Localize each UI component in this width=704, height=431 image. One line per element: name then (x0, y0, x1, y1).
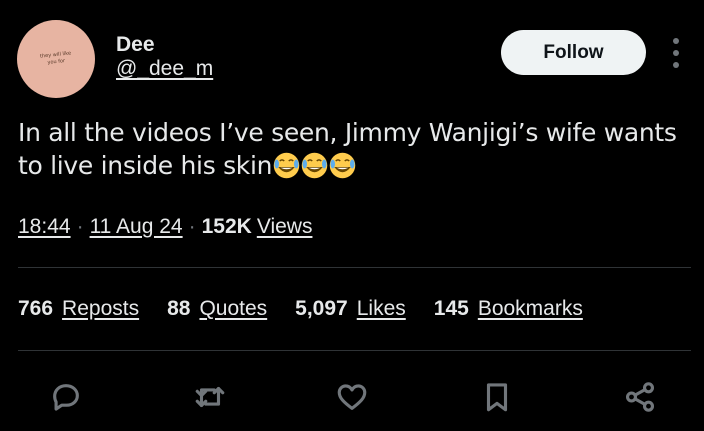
divider (18, 267, 691, 268)
stat-likes[interactable]: 5,097 Likes (295, 297, 406, 321)
laughing-tears-emoji-icon (329, 152, 356, 179)
stat-bookmarks[interactable]: 145 Bookmarks (434, 297, 583, 321)
share-icon (625, 382, 655, 412)
quotes-label: Quotes (199, 297, 268, 320)
tweet-meta: 18:44 · 11 Aug 24 · 152K Views (18, 215, 312, 239)
repost-icon (195, 386, 225, 408)
reply-icon (53, 384, 79, 411)
separator-dot: · (188, 215, 196, 238)
tweet-date[interactable]: 11 Aug 24 (90, 215, 183, 239)
bookmarks-label: Bookmarks (477, 297, 583, 320)
quotes-count: 88 (167, 297, 191, 320)
follow-button[interactable]: Follow (501, 30, 646, 75)
laughing-tears-emoji-icon (273, 152, 300, 179)
user-handle[interactable]: @_dee_m (116, 57, 213, 81)
tweet-time[interactable]: 18:44 (18, 215, 71, 239)
bookmark-button[interactable] (477, 377, 517, 417)
action-bar (0, 377, 704, 417)
divider (18, 350, 691, 351)
repost-button[interactable] (190, 377, 230, 417)
reposts-count: 766 (18, 297, 54, 320)
laughing-tears-emoji-icon (301, 152, 328, 179)
views-label[interactable]: Views (257, 215, 313, 239)
bookmarks-count: 145 (433, 297, 469, 320)
reposts-label: Reposts (62, 297, 140, 320)
stat-reposts[interactable]: 766 Reposts (18, 297, 139, 321)
avatar[interactable]: they will like you for (17, 20, 95, 98)
share-button[interactable] (620, 377, 660, 417)
like-icon (337, 384, 367, 410)
display-name[interactable]: Dee (116, 33, 155, 57)
views-count: 152K (201, 215, 252, 238)
likes-label: Likes (356, 297, 406, 320)
avatar-text: they will like you for (39, 50, 72, 66)
engagement-stats: 766 Reposts 88 Quotes 5,097 Likes 145 Bookma… (18, 297, 611, 321)
like-button[interactable] (332, 377, 372, 417)
bookmark-icon (486, 383, 508, 412)
reply-button[interactable] (46, 377, 86, 417)
likes-count: 5,097 (295, 297, 348, 320)
stat-quotes[interactable]: 88 Quotes (167, 297, 267, 321)
separator-dot: · (76, 215, 84, 238)
more-options-icon[interactable] (670, 38, 682, 68)
tweet-text: In all the videos I’ve seen, Jimmy Wanji… (18, 116, 688, 182)
